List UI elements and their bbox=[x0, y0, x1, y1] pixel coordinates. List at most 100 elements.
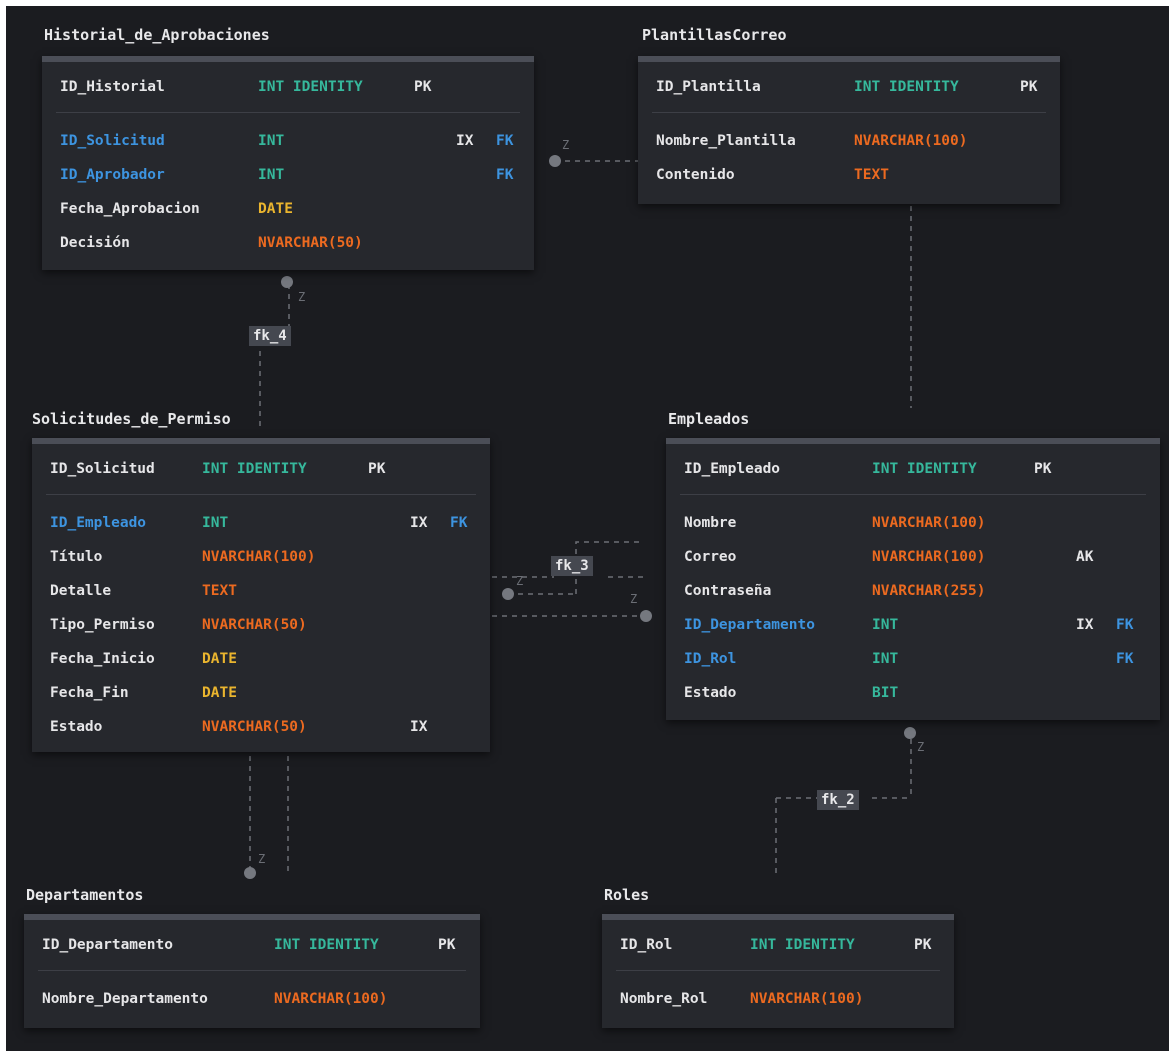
column-row[interactable]: Correo NVARCHAR(100) AK bbox=[666, 542, 1160, 576]
column-type: NVARCHAR(100) bbox=[274, 991, 388, 1007]
table-title-historial: Historial_de_Aprobaciones bbox=[44, 26, 270, 44]
column-type: BIT bbox=[872, 685, 899, 701]
column-row[interactable]: Detalle TEXT bbox=[32, 576, 490, 610]
column-type: NVARCHAR(50) bbox=[202, 617, 307, 633]
column-name: Fecha_Inicio bbox=[50, 651, 155, 667]
index-tag: IX bbox=[1076, 617, 1094, 633]
relation-endpoint bbox=[502, 588, 514, 600]
column-name: ID_Historial bbox=[60, 79, 165, 95]
column-row[interactable]: Estado BIT bbox=[666, 678, 1160, 712]
fk4-label: fk_4 bbox=[249, 326, 291, 346]
relation-endpoint bbox=[904, 727, 916, 739]
pk-tag: PK bbox=[368, 461, 386, 477]
fk-tag: FK bbox=[1116, 651, 1134, 667]
column-type: NVARCHAR(50) bbox=[258, 235, 363, 251]
column-name: ID_Rol bbox=[620, 937, 673, 953]
relation-endpoint bbox=[549, 155, 561, 167]
pk-tag: PK bbox=[438, 937, 456, 953]
table-title-roles: Roles bbox=[604, 886, 650, 904]
column-name: Fecha_Aprobacion bbox=[60, 201, 200, 217]
column-type: NVARCHAR(100) bbox=[872, 515, 986, 531]
column-row[interactable]: Contenido TEXT bbox=[638, 160, 1060, 194]
pk-row[interactable]: ID_Solicitud INT IDENTITY PK bbox=[32, 454, 490, 488]
divider bbox=[652, 112, 1046, 113]
column-row[interactable]: ID_Empleado INT IX FK bbox=[32, 508, 490, 542]
column-type: NVARCHAR(255) bbox=[872, 583, 986, 599]
column-type: INT IDENTITY bbox=[872, 461, 977, 477]
column-row[interactable]: Fecha_Inicio DATE bbox=[32, 644, 490, 678]
table-solicitudes[interactable]: ID_Solicitud INT IDENTITY PK ID_Empleado… bbox=[32, 438, 490, 752]
fk-tag: FK bbox=[1116, 617, 1134, 633]
table-title-plantillas: PlantillasCorreo bbox=[642, 26, 787, 44]
column-type: INT bbox=[258, 167, 285, 183]
column-type: INT IDENTITY bbox=[258, 79, 363, 95]
table-empleados[interactable]: ID_Empleado INT IDENTITY PK Nombre NVARC… bbox=[666, 438, 1160, 720]
column-name: ID_Departamento bbox=[684, 617, 815, 633]
column-row[interactable]: Decisión NVARCHAR(50) bbox=[42, 228, 534, 262]
column-row[interactable]: ID_Departamento INT IX FK bbox=[666, 610, 1160, 644]
column-name: Estado bbox=[684, 685, 737, 701]
column-name: Decisión bbox=[60, 235, 130, 251]
divider bbox=[56, 112, 520, 113]
column-name: ID_Solicitud bbox=[50, 461, 155, 477]
column-type: INT IDENTITY bbox=[202, 461, 307, 477]
column-name: Contraseña bbox=[684, 583, 772, 599]
column-name: ID_Empleado bbox=[684, 461, 781, 477]
relation-endpoint bbox=[640, 610, 652, 622]
column-name: Estado bbox=[50, 719, 103, 735]
index-tag: IX bbox=[410, 515, 428, 531]
table-title-departamentos: Departamentos bbox=[26, 886, 144, 904]
fk3-label: fk_3 bbox=[551, 556, 593, 576]
table-plantillas[interactable]: ID_Plantilla INT IDENTITY PK Nombre_Plan… bbox=[638, 56, 1060, 204]
column-type: NVARCHAR(100) bbox=[750, 991, 864, 1007]
column-type: INT IDENTITY bbox=[854, 79, 959, 95]
pk-row[interactable]: ID_Empleado INT IDENTITY PK bbox=[666, 454, 1160, 488]
column-row[interactable]: Contraseña NVARCHAR(255) bbox=[666, 576, 1160, 610]
column-name: Nombre_Plantilla bbox=[656, 133, 796, 149]
column-name: Detalle bbox=[50, 583, 112, 599]
column-name: ID_Departamento bbox=[42, 937, 173, 953]
divider bbox=[38, 970, 466, 971]
table-roles[interactable]: ID_Rol INT IDENTITY PK Nombre_Rol NVARCH… bbox=[602, 914, 954, 1028]
column-row[interactable]: ID_Rol INT FK bbox=[666, 644, 1160, 678]
column-row[interactable]: Título NVARCHAR(100) bbox=[32, 542, 490, 576]
table-departamentos[interactable]: ID_Departamento INT IDENTITY PK Nombre_D… bbox=[24, 914, 480, 1028]
table-title-solicitudes: Solicitudes_de_Permiso bbox=[32, 410, 231, 428]
column-name: Título bbox=[50, 549, 103, 565]
pk-tag: PK bbox=[414, 79, 432, 95]
ak-tag: AK bbox=[1076, 549, 1094, 565]
column-row[interactable]: Nombre_Departamento NVARCHAR(100) bbox=[24, 984, 480, 1018]
column-type: INT IDENTITY bbox=[750, 937, 855, 953]
column-row[interactable]: Tipo_Permiso NVARCHAR(50) bbox=[32, 610, 490, 644]
column-row[interactable]: ID_Aprobador INT FK bbox=[42, 160, 534, 194]
column-name: ID_Aprobador bbox=[60, 167, 165, 183]
column-row[interactable]: Nombre_Plantilla NVARCHAR(100) bbox=[638, 126, 1060, 160]
fk-tag: FK bbox=[450, 515, 468, 531]
pk-tag: PK bbox=[1034, 461, 1052, 477]
pk-row[interactable]: ID_Plantilla INT IDENTITY PK bbox=[638, 72, 1060, 106]
relation-endpoint bbox=[244, 867, 256, 879]
column-type: TEXT bbox=[854, 167, 889, 183]
column-type: INT IDENTITY bbox=[274, 937, 379, 953]
column-row[interactable]: Nombre_Rol NVARCHAR(100) bbox=[602, 984, 954, 1018]
fk-tag: FK bbox=[496, 133, 514, 149]
column-type: NVARCHAR(100) bbox=[202, 549, 316, 565]
column-row[interactable]: Fecha_Fin DATE bbox=[32, 678, 490, 712]
column-row[interactable]: Nombre NVARCHAR(100) bbox=[666, 508, 1160, 542]
cardinality-label: Z bbox=[562, 138, 570, 152]
cardinality-label: Z bbox=[630, 592, 638, 606]
column-type: INT bbox=[872, 617, 899, 633]
pk-row[interactable]: ID_Historial INT IDENTITY PK bbox=[42, 72, 534, 106]
cardinality-label: Z bbox=[258, 852, 266, 866]
pk-row[interactable]: ID_Rol INT IDENTITY PK bbox=[602, 930, 954, 964]
column-row[interactable]: Estado NVARCHAR(50) IX bbox=[32, 712, 490, 746]
pk-row[interactable]: ID_Departamento INT IDENTITY PK bbox=[24, 930, 480, 964]
table-historial[interactable]: ID_Historial INT IDENTITY PK ID_Solicitu… bbox=[42, 56, 534, 270]
column-name: ID_Plantilla bbox=[656, 79, 761, 95]
column-type: INT bbox=[258, 133, 285, 149]
column-type: INT bbox=[202, 515, 229, 531]
pk-tag: PK bbox=[1020, 79, 1038, 95]
column-name: Nombre_Rol bbox=[620, 991, 708, 1007]
column-row[interactable]: ID_Solicitud INT IX FK bbox=[42, 126, 534, 160]
column-row[interactable]: Fecha_Aprobacion DATE bbox=[42, 194, 534, 228]
